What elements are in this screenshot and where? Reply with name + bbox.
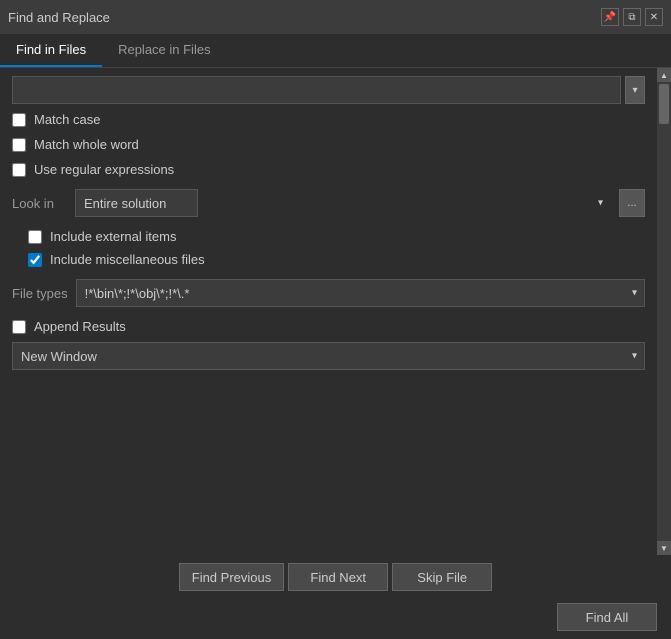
- skip-file-button[interactable]: Skip File: [392, 563, 492, 591]
- match-whole-word-label: Match whole word: [34, 137, 139, 152]
- include-external-label: Include external items: [50, 229, 176, 244]
- restore-button[interactable]: ⧉: [623, 8, 641, 26]
- include-options: Include external items Include miscellan…: [28, 227, 645, 269]
- search-input[interactable]: [12, 76, 621, 104]
- include-misc-label: Include miscellaneous files: [50, 252, 205, 267]
- match-case-label: Match case: [34, 112, 100, 127]
- title-bar-left: Find and Replace: [8, 10, 110, 25]
- include-misc-row: Include miscellaneous files: [28, 250, 645, 269]
- output-window-select[interactable]: New Window Current Window: [12, 342, 645, 370]
- scroll-track[interactable]: [657, 82, 671, 541]
- close-button[interactable]: ✕: [645, 8, 663, 26]
- main-area: ▾ Match case Match whole word Use regula…: [0, 68, 657, 555]
- find-all-button[interactable]: Find All: [557, 603, 657, 631]
- append-results-label: Append Results: [34, 319, 126, 334]
- find-replace-window: Find and Replace 📌 ⧉ ✕ Find in Files Rep…: [0, 0, 671, 639]
- use-regex-checkbox[interactable]: [12, 163, 26, 177]
- append-results-checkbox[interactable]: [12, 320, 26, 334]
- use-regex-label: Use regular expressions: [34, 162, 174, 177]
- search-dropdown-arrow[interactable]: ▾: [625, 76, 645, 104]
- action-buttons-row: Find Previous Find Next Skip File: [0, 555, 671, 599]
- scroll-down-arrow[interactable]: ▼: [657, 541, 671, 555]
- find-previous-button[interactable]: Find Previous: [179, 563, 284, 591]
- find-next-button[interactable]: Find Next: [288, 563, 388, 591]
- scroll-thumb[interactable]: [659, 84, 669, 124]
- include-misc-checkbox[interactable]: [28, 253, 42, 267]
- match-case-row: Match case: [12, 110, 645, 129]
- look-in-row: Look in Entire solution Current project …: [12, 189, 645, 217]
- match-whole-word-row: Match whole word: [12, 135, 645, 154]
- include-external-checkbox[interactable]: [28, 230, 42, 244]
- append-results-row: Append Results: [12, 317, 645, 336]
- tab-find-in-files[interactable]: Find in Files: [0, 34, 102, 67]
- pin-button[interactable]: 📌: [601, 8, 619, 26]
- include-external-row: Include external items: [28, 227, 645, 246]
- find-all-buttons-row: Find All: [0, 599, 671, 639]
- title-bar: Find and Replace 📌 ⧉ ✕: [0, 0, 671, 34]
- use-regex-row: Use regular expressions: [12, 160, 645, 179]
- file-types-row: File types !*\bin\*;!*\obj\*;!*\.*: [12, 279, 645, 307]
- look-in-label: Look in: [12, 196, 67, 211]
- match-case-checkbox[interactable]: [12, 113, 26, 127]
- search-row: ▾: [12, 76, 645, 104]
- content-area: ▾ Match case Match whole word Use regula…: [0, 68, 671, 555]
- file-types-select-wrapper: !*\bin\*;!*\obj\*;!*\.*: [76, 279, 645, 307]
- results-section: Append Results New Window Current Window: [12, 317, 645, 370]
- file-types-label: File types: [12, 286, 68, 301]
- tabs-bar: Find in Files Replace in Files: [0, 34, 671, 68]
- look-in-select-wrapper: Entire solution Current project Current …: [75, 189, 611, 217]
- scroll-up-arrow[interactable]: ▲: [657, 68, 671, 82]
- scrollbar: ▲ ▼: [657, 68, 671, 555]
- look-in-select[interactable]: Entire solution Current project Current …: [75, 189, 198, 217]
- browse-button[interactable]: ...: [619, 189, 645, 217]
- match-whole-word-checkbox[interactable]: [12, 138, 26, 152]
- title-bar-right: 📌 ⧉ ✕: [601, 8, 663, 26]
- file-types-select[interactable]: !*\bin\*;!*\obj\*;!*\.*: [76, 279, 645, 307]
- tab-replace-in-files[interactable]: Replace in Files: [102, 34, 227, 67]
- output-window-wrapper: New Window Current Window: [12, 342, 645, 370]
- window-title: Find and Replace: [8, 10, 110, 25]
